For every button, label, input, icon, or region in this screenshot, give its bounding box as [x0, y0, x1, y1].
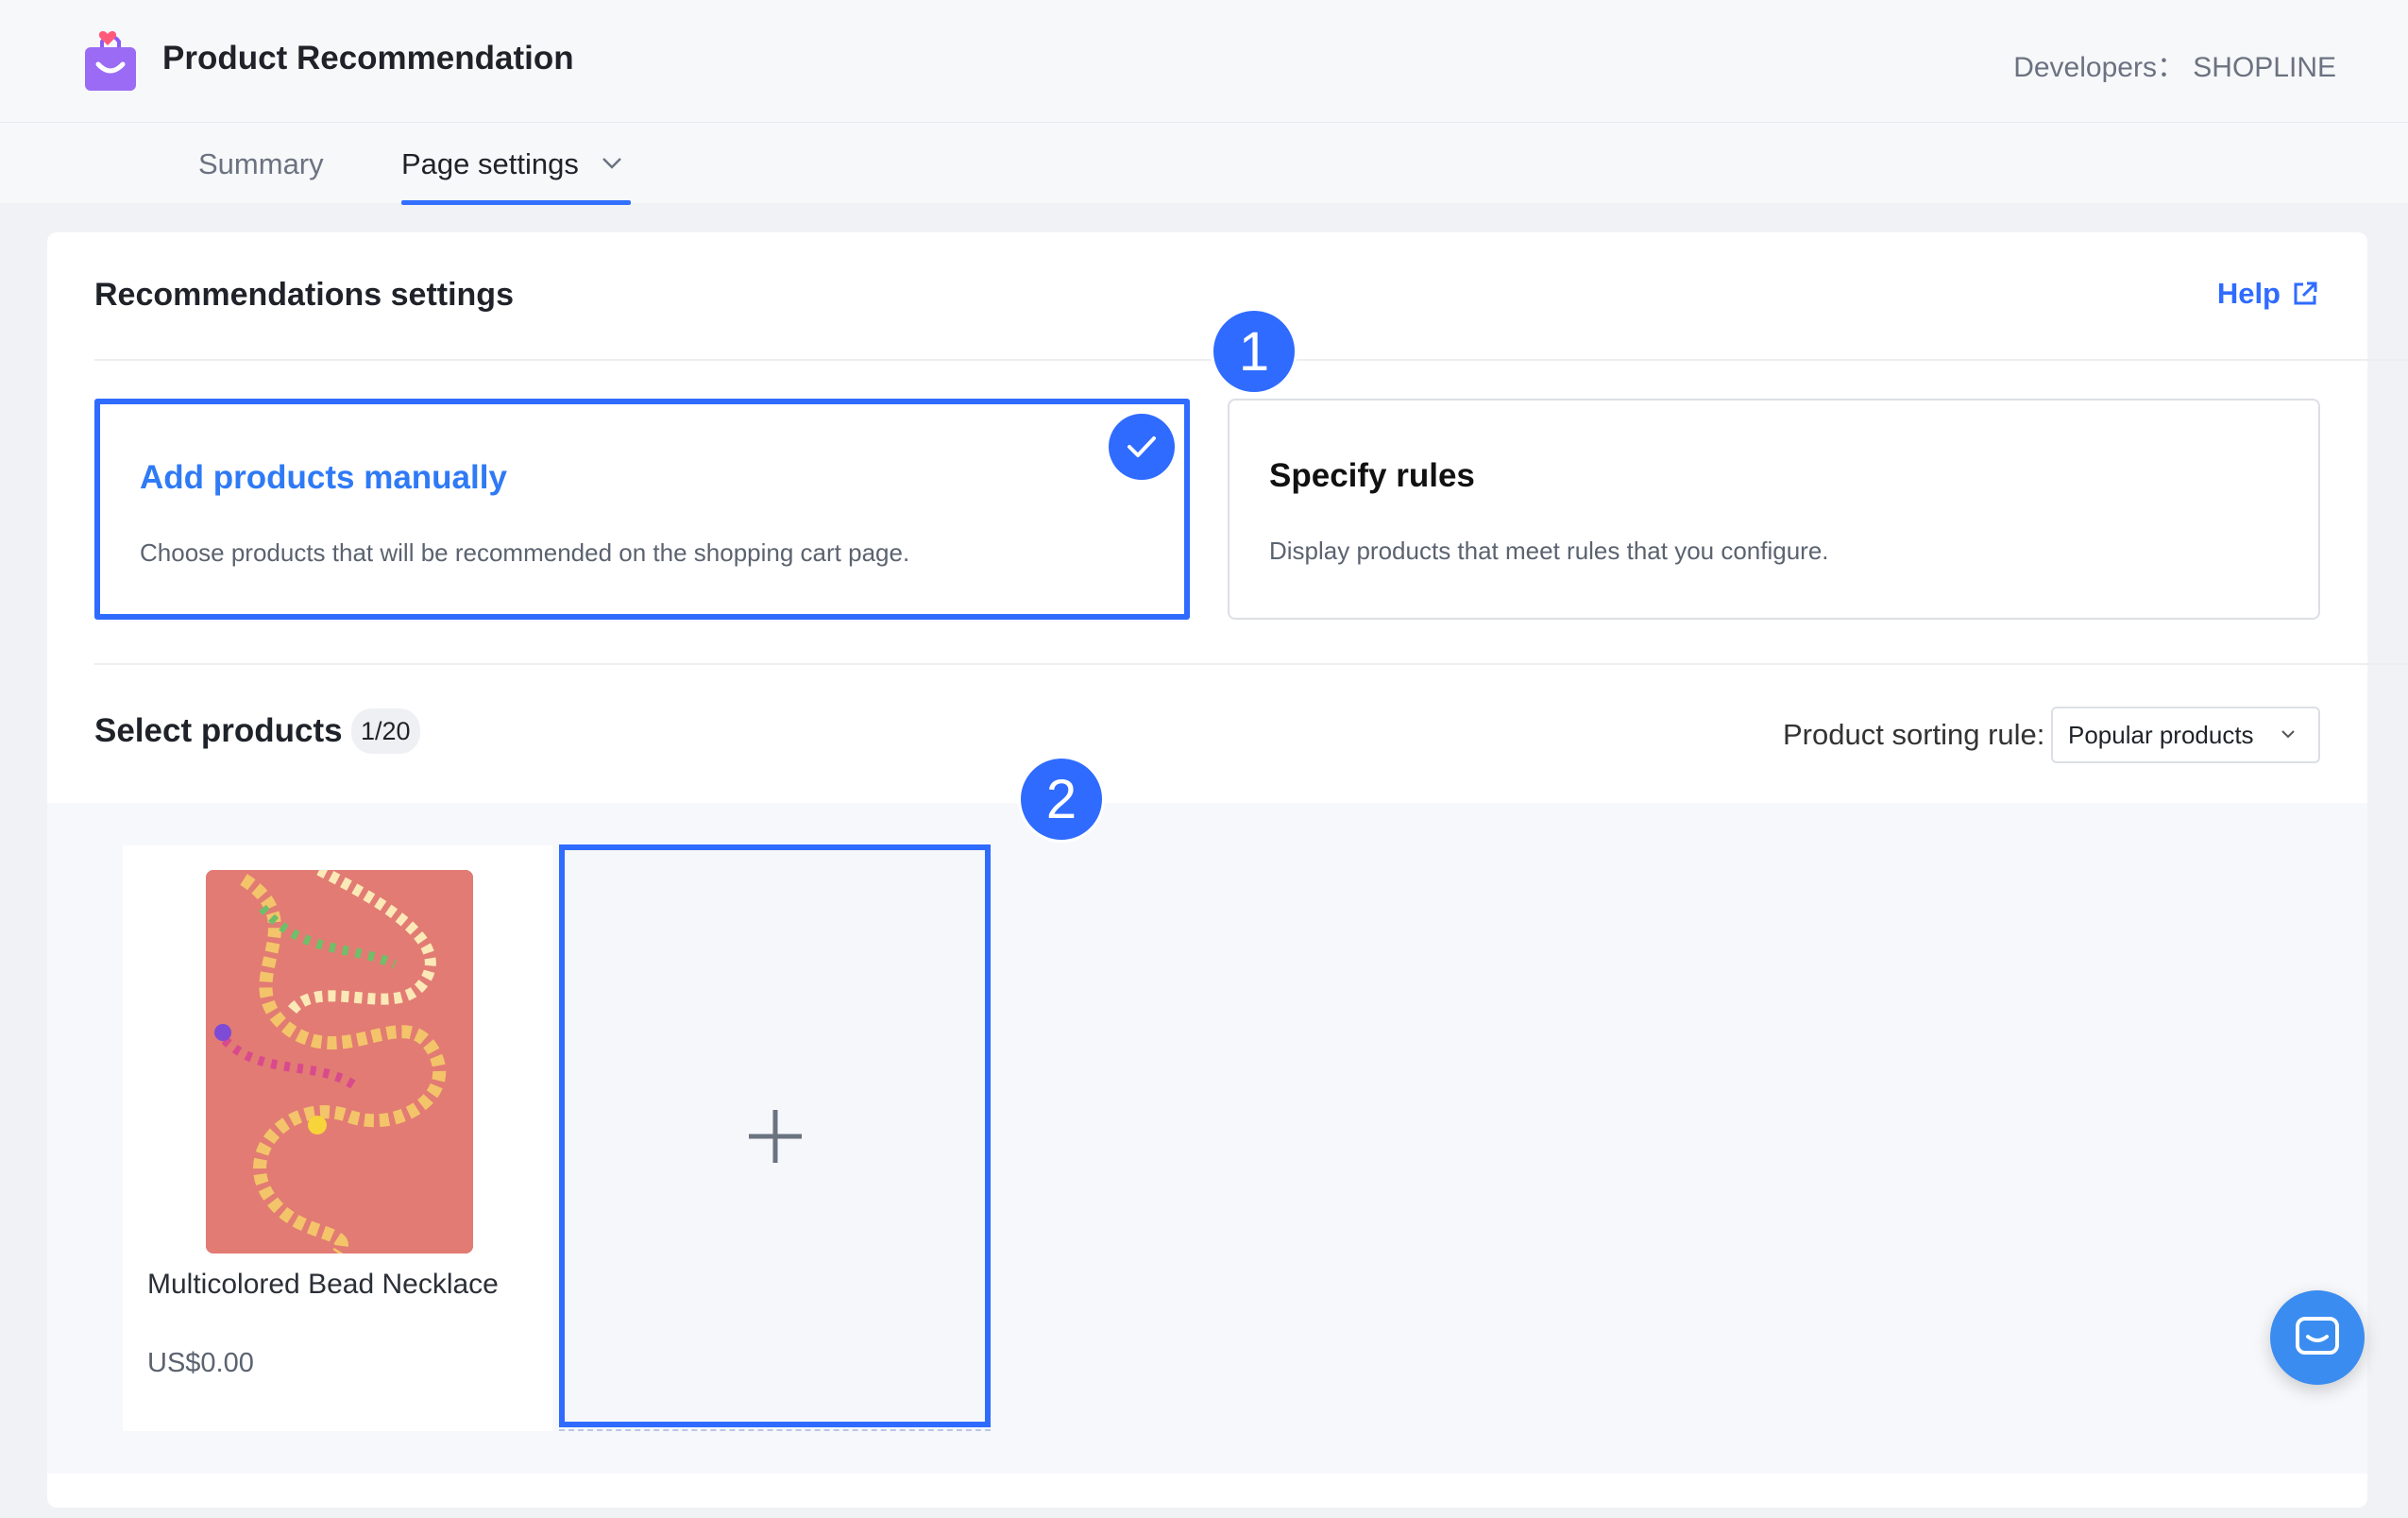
divider: [94, 663, 2408, 665]
tab-page-settings[interactable]: Page settings: [401, 147, 622, 203]
help-link-label: Help: [2216, 277, 2281, 310]
external-link-icon: [2294, 281, 2317, 305]
product-price: US$0.00: [147, 1348, 254, 1378]
app-logo-icon: [85, 31, 136, 91]
option-title: Add products manually: [140, 459, 507, 496]
option-description: Choose products that will be recommended…: [140, 538, 910, 567]
product-image: [206, 870, 473, 1254]
tab-page-settings-label: Page settings: [401, 147, 579, 180]
app-title: Product Recommendation: [162, 40, 574, 77]
sort-rule-label: Product sorting rule:: [1783, 718, 2045, 751]
sort-rule-select[interactable]: Popular products: [2051, 707, 2320, 763]
step-1-badge: 1: [1211, 308, 1297, 395]
tab-bar: Summary Page settings: [0, 123, 2408, 203]
product-grid: Multicolored Bead Necklace US$0.00: [47, 803, 2367, 1474]
option-specify-rules[interactable]: Specify rules Display products that meet…: [1228, 399, 2320, 620]
help-link[interactable]: Help: [2217, 277, 2318, 311]
product-count-badge: 1/20: [351, 708, 420, 754]
settings-card: Recommendations settings Help Add produc…: [47, 232, 2408, 1508]
app-header: Product Recommendation Developers： SHOPL…: [0, 0, 2408, 123]
tab-summary[interactable]: Summary: [198, 147, 324, 203]
product-card[interactable]: Multicolored Bead Necklace US$0.00: [123, 845, 552, 1431]
developer-label: Developers： SHOPLINE: [2013, 52, 2336, 83]
sort-rule-value: Popular products: [2068, 720, 2254, 749]
option-title: Specify rules: [1269, 457, 1475, 494]
option-add-manually[interactable]: Add products manually Choose products th…: [94, 399, 1190, 620]
add-product-button[interactable]: [559, 844, 991, 1431]
tab-summary-label: Summary: [198, 147, 324, 180]
option-description: Display products that meet rules that yo…: [1269, 537, 1829, 565]
active-tab-indicator: [401, 200, 631, 205]
select-products-title: Select products: [94, 712, 343, 749]
step-2-badge: 2: [1018, 756, 1105, 843]
chevron-down-icon: [2281, 730, 2295, 739]
chat-support-button[interactable]: [2270, 1290, 2365, 1385]
checkmark-icon: [1109, 414, 1175, 480]
chevron-down-icon: [602, 158, 622, 169]
section-title: Recommendations settings: [94, 277, 514, 313]
chat-icon: [2296, 1317, 2339, 1355]
plus-icon: [748, 1109, 802, 1163]
product-name: Multicolored Bead Necklace: [147, 1269, 499, 1300]
